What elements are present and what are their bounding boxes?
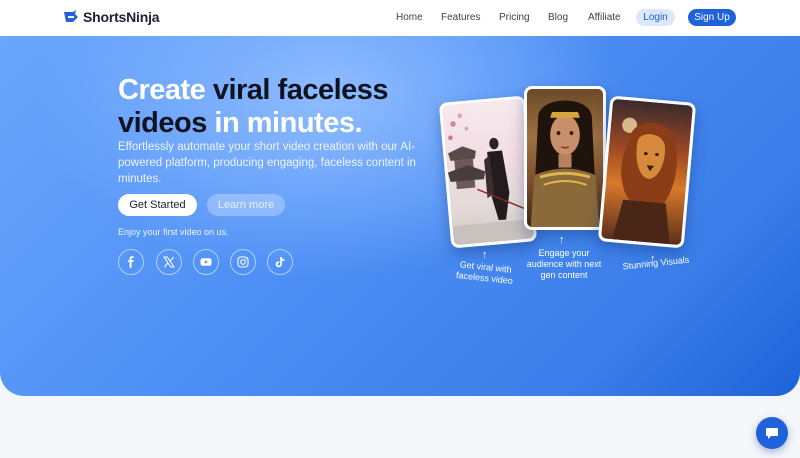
learn-more-button[interactable]: Learn more — [207, 194, 285, 216]
facebook-icon — [128, 256, 134, 268]
arrow-up-icon: ↑ — [482, 249, 488, 261]
chat-bubble-icon — [766, 428, 778, 439]
x-icon — [163, 256, 175, 268]
top-navbar: ShortsNinja Home Features Pricing Blog A… — [0, 0, 800, 36]
brand-name: ShortsNinja — [83, 9, 160, 25]
nav-affiliate-link[interactable]: Affiliate — [588, 12, 621, 23]
tiktok-link[interactable] — [267, 249, 293, 275]
trial-note: Enjoy your first video on us. — [118, 227, 229, 237]
lion-artwork-card — [597, 95, 697, 249]
facebook-link[interactable] — [118, 249, 144, 275]
nav-blog-link[interactable]: Blog — [548, 12, 568, 23]
headline-text-1: Create — [118, 74, 213, 106]
headline-highlight-2: videos — [118, 107, 207, 139]
get-started-button[interactable]: Get Started — [118, 194, 197, 216]
nav-features-link[interactable]: Features — [441, 12, 480, 23]
nav-home-link[interactable]: Home — [396, 12, 423, 23]
instagram-link[interactable] — [230, 249, 256, 275]
youtube-link[interactable] — [193, 249, 219, 275]
headline-text-2: in minutes. — [206, 107, 363, 139]
warrior-woman-card — [524, 86, 606, 230]
tiktok-icon — [275, 257, 285, 268]
caption-engage: Engage your audience with next gen conte… — [526, 248, 602, 280]
x-link[interactable] — [156, 249, 182, 275]
nav-pricing-link[interactable]: Pricing — [499, 12, 530, 23]
youtube-icon — [200, 258, 212, 266]
chat-button[interactable] — [756, 417, 788, 449]
hero-headline: Create viral faceless videos in minutes. — [118, 74, 418, 140]
samurai-artwork-card — [438, 95, 538, 249]
warrior-woman-image — [530, 100, 600, 227]
signup-button[interactable]: Sign Up — [688, 9, 736, 26]
ninja-logo-icon — [64, 10, 78, 22]
hero-subtitle: Effortlessly automate your short video c… — [118, 141, 416, 185]
arrow-up-icon: ↑ — [559, 234, 565, 246]
lion-artwork-image — [612, 117, 677, 245]
samurai-artwork-image — [447, 113, 534, 246]
brand-logo[interactable]: ShortsNinja — [63, 9, 160, 25]
login-button[interactable]: Login — [636, 9, 675, 26]
headline-highlight-1: viral faceless — [212, 74, 389, 106]
instagram-icon — [237, 256, 249, 268]
